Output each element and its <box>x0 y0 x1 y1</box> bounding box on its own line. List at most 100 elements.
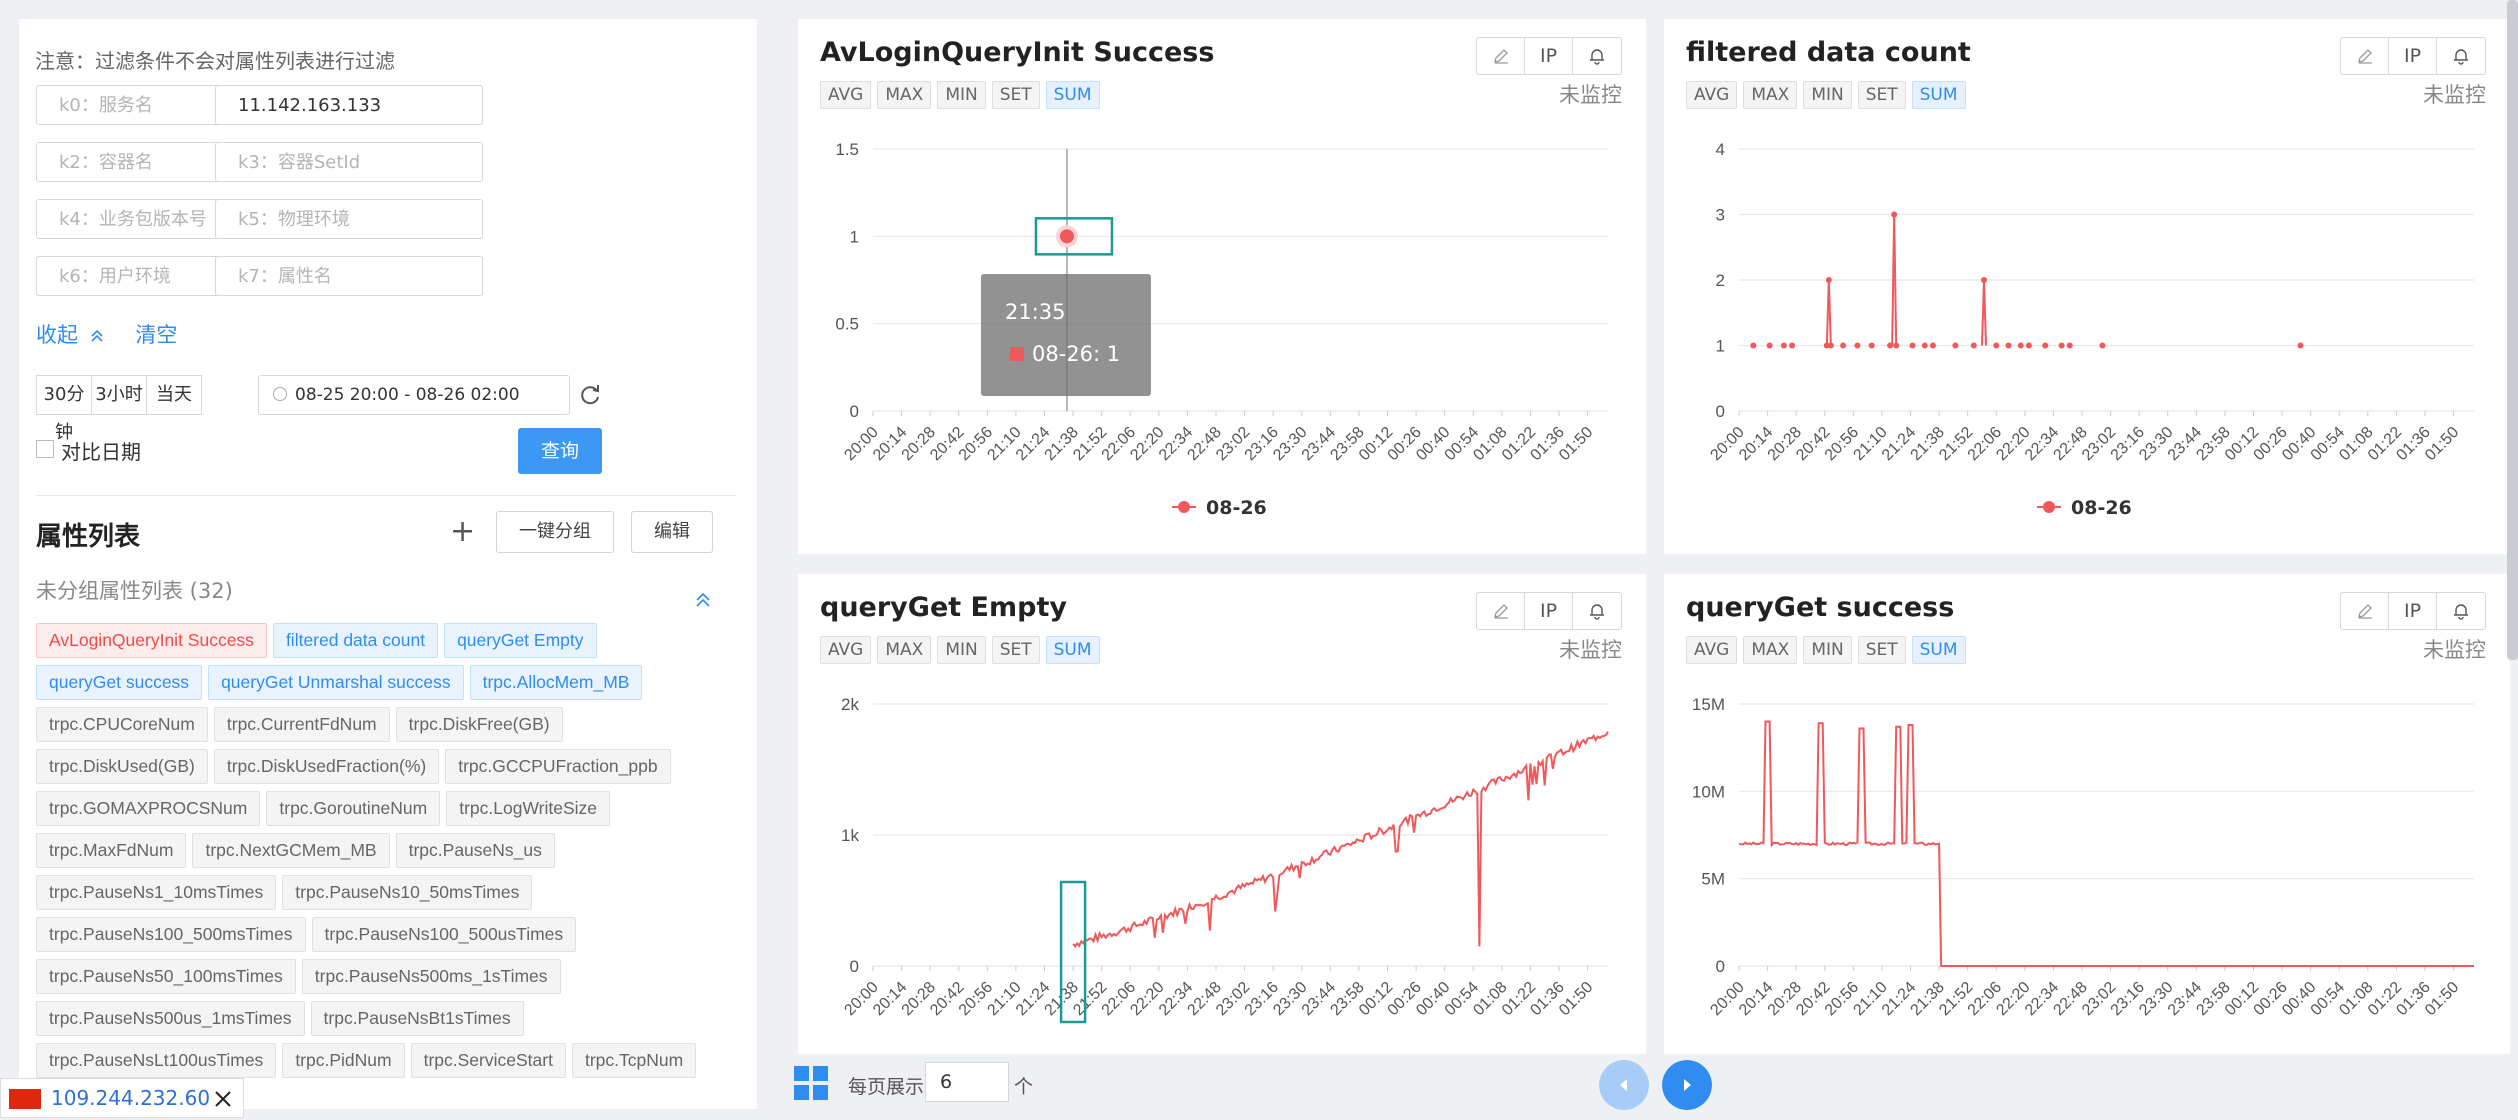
attr-tag[interactable]: trpc.CPUCoreNum <box>36 707 208 742</box>
data-point[interactable] <box>2042 342 2049 349</box>
data-point[interactable] <box>1827 342 1834 349</box>
data-point[interactable] <box>1921 342 1928 349</box>
attr-tag[interactable]: trpc.GCCPUFraction_ppb <box>445 749 671 784</box>
data-point[interactable] <box>2297 342 2304 349</box>
attr-tag[interactable]: trpc.DiskUsedFraction(%) <box>213 749 440 784</box>
compare-date-checkbox[interactable] <box>36 440 54 458</box>
edit-button[interactable]: 编辑 <box>631 511 713 553</box>
data-point[interactable] <box>2005 342 2012 349</box>
attr-tag[interactable]: trpc.PauseNs10_50msTimes <box>282 875 533 910</box>
legend-label[interactable]: 08-26 <box>2071 497 2132 519</box>
date-range-picker[interactable]: 08-25 20:00 - 08-26 02:00 <box>258 375 570 415</box>
ip-badge-value: 109.244.232.60 <box>51 1086 211 1110</box>
y-tick-label: 0 <box>850 957 859 976</box>
attr-tag[interactable]: trpc.PauseNs100_500usTimes <box>311 917 577 952</box>
y-tick-label: 0 <box>1716 402 1725 421</box>
attr-tag[interactable]: trpc.DiskUsed(GB) <box>36 749 208 784</box>
attr-tag[interactable]: trpc.PauseNs500ms_1sTimes <box>301 959 561 994</box>
data-point[interactable] <box>1929 342 1936 349</box>
attr-tag[interactable]: queryGet success <box>36 665 203 700</box>
query-button[interactable]: 查询 <box>518 428 602 474</box>
attr-tag[interactable]: AvLoginQueryInit Success <box>36 623 267 658</box>
data-point[interactable] <box>1840 342 1847 349</box>
data-point[interactable] <box>1893 342 1900 349</box>
attr-tag[interactable]: trpc.CurrentFdNum <box>213 707 390 742</box>
attr-tag[interactable]: trpc.LogWriteSize <box>446 791 611 826</box>
attr-tag[interactable]: trpc.GoroutineNum <box>266 791 441 826</box>
data-point[interactable] <box>1970 342 1977 349</box>
data-point[interactable] <box>1868 342 1875 349</box>
data-point[interactable] <box>2058 342 2065 349</box>
spike-line <box>1827 279 1832 346</box>
attr-tag[interactable]: trpc.PauseNs1_10msTimes <box>36 875 277 910</box>
k7-attr-name-field[interactable] <box>215 256 483 296</box>
collapse-label: 收起 <box>36 323 78 347</box>
data-point[interactable] <box>1854 342 1861 349</box>
clear-link[interactable]: 清空 <box>135 323 177 347</box>
data-point[interactable] <box>1993 342 2000 349</box>
legend-label[interactable]: 08-26 <box>1206 497 1267 519</box>
collapse-link[interactable]: 收起 <box>36 323 111 347</box>
data-point[interactable] <box>2066 342 2073 349</box>
data-point[interactable] <box>1891 211 1898 218</box>
range-today[interactable]: 当天 <box>146 375 202 415</box>
per-page-unit: 个 <box>1014 1076 1034 1098</box>
next-page-button[interactable] <box>1662 1060 1712 1110</box>
attr-tag[interactable]: trpc.PauseNs_us <box>395 833 555 868</box>
data-point[interactable] <box>2025 342 2032 349</box>
data-point[interactable] <box>1766 342 1773 349</box>
attr-tag[interactable]: filtered data count <box>272 623 439 658</box>
chart-plot[interactable]: 01k2k20:0020:1420:2820:4220:5621:1021:24… <box>798 574 1646 1054</box>
x-tick-label: 01:50 <box>2422 979 2462 1019</box>
x-tick-label: 01:50 <box>1556 979 1596 1019</box>
attr-tag[interactable]: trpc.ServiceStart <box>410 1043 566 1078</box>
chart-plot[interactable]: 05M10M15M20:0020:1420:2820:4220:5621:102… <box>1664 574 2510 1054</box>
refresh-icon[interactable] <box>577 382 603 408</box>
one-click-group-button[interactable]: 一键分组 <box>496 511 614 553</box>
data-point[interactable] <box>1789 342 1796 349</box>
attr-tag[interactable]: queryGet Empty <box>444 623 597 658</box>
add-icon[interactable]: + <box>450 516 475 548</box>
attr-tag[interactable]: trpc.PauseNs100_500msTimes <box>36 917 306 952</box>
attr-tag[interactable]: trpc.TcpNum <box>571 1043 697 1078</box>
data-point[interactable] <box>1059 229 1074 244</box>
y-tick-label: 0 <box>850 402 859 421</box>
data-point[interactable] <box>2017 342 2024 349</box>
attr-tag[interactable]: trpc.AllocMem_MB <box>469 665 643 700</box>
attr-tag[interactable]: trpc.GOMAXPROCSNum <box>36 791 261 826</box>
close-icon[interactable] <box>213 1089 233 1109</box>
chart-plot[interactable]: 0123420:0020:1420:2820:4220:5621:1021:24… <box>1664 19 2510 554</box>
data-point[interactable] <box>1750 342 1757 349</box>
data-point[interactable] <box>1780 342 1787 349</box>
data-point[interactable] <box>2099 342 2106 349</box>
attr-tag[interactable]: trpc.PauseNsLt100usTimes <box>36 1043 277 1078</box>
attr-tag[interactable]: trpc.MaxFdNum <box>36 833 187 868</box>
attr-tag[interactable]: queryGet Unmarshal success <box>208 665 464 700</box>
tooltip-swatch <box>1009 347 1024 361</box>
k5-physical-env-field[interactable] <box>215 199 483 239</box>
attr-tag[interactable]: trpc.DiskFree(GB) <box>395 707 563 742</box>
ip-field[interactable] <box>215 85 483 125</box>
prev-page-button[interactable] <box>1599 1060 1649 1110</box>
date-range-value: 08-25 20:00 - 08-26 02:00 <box>295 385 520 405</box>
collapse-group-icon[interactable] <box>696 593 710 607</box>
attr-tag[interactable]: trpc.NextGCMem_MB <box>192 833 390 868</box>
attr-tag-list: AvLoginQueryInit Success filtered data co… <box>36 623 736 1109</box>
attr-tag[interactable]: trpc.PauseNs500us_1msTimes <box>36 1001 305 1036</box>
data-point[interactable] <box>1909 342 1916 349</box>
grid-layout-icon[interactable] <box>794 1066 828 1100</box>
attr-tag[interactable]: trpc.PauseNs50_100msTimes <box>36 959 296 994</box>
data-point[interactable] <box>1981 277 1987 283</box>
per-page-input[interactable]: 6 <box>925 1062 1009 1102</box>
range-3h[interactable]: 3小时 <box>91 375 147 415</box>
data-point[interactable] <box>1887 342 1894 349</box>
data-point[interactable] <box>1952 342 1959 349</box>
range-30min[interactable]: 30分钟 <box>36 375 92 443</box>
data-point[interactable] <box>1825 277 1832 283</box>
y-tick-label: 1k <box>841 826 859 845</box>
attr-tag[interactable]: trpc.PauseNsBt1sTimes <box>310 1001 524 1036</box>
attr-tag[interactable]: trpc.PidNum <box>282 1043 405 1078</box>
chart-plot[interactable]: 00.511.520:0020:1420:2820:4220:5621:1021… <box>798 19 1646 554</box>
k3-setid-field[interactable] <box>215 142 483 182</box>
page-scrollbar[interactable] <box>2507 0 2518 660</box>
